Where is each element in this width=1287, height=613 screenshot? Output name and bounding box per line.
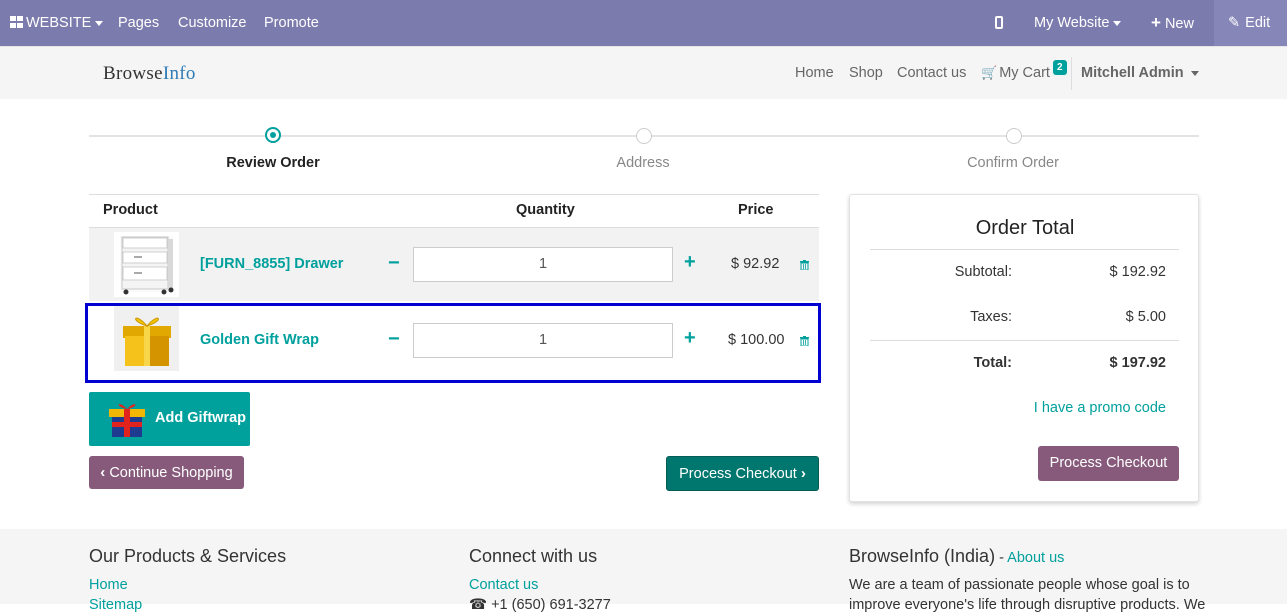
- order-total-title: Order Total: [975, 217, 1075, 239]
- promo-code-link[interactable]: I have a promo code: [1034, 400, 1166, 416]
- admin-bar: WEBSITE Pages Customize Promote My Websi…: [0, 0, 1287, 46]
- taxes-label: Taxes:: [970, 309, 1012, 325]
- trash-icon[interactable]: [800, 260, 809, 270]
- my-website-label: My Website: [1034, 15, 1110, 31]
- step-dot-confirm: [1006, 128, 1022, 144]
- table-top-border: [89, 194, 819, 195]
- nav-contact[interactable]: Contact us: [897, 47, 966, 99]
- total-label: Total:: [973, 355, 1012, 371]
- cart-label: My Cart: [999, 65, 1050, 81]
- step-review-order: Review Order: [226, 155, 320, 171]
- quantity-input[interactable]: 1: [413, 247, 673, 282]
- order-total-panel: Order Total Subtotal: $ 192.92 Taxes: $ …: [849, 194, 1199, 502]
- caret-down-icon: [95, 20, 104, 26]
- decrease-quantity-button[interactable]: −: [388, 252, 400, 275]
- product-price: $ 92.92: [731, 256, 780, 272]
- footer-phone: ☎ +1 (650) 691-3277: [469, 597, 611, 613]
- footer-sitemap-link[interactable]: Sitemap: [89, 597, 142, 613]
- increase-quantity-button[interactable]: +: [684, 251, 696, 274]
- divider: [870, 249, 1179, 250]
- user-name: Mitchell Admin: [1081, 65, 1184, 81]
- pencil-icon: ✎: [1228, 15, 1241, 31]
- subtotal-value: $ 192.92: [1109, 264, 1166, 280]
- step-address: Address: [616, 155, 670, 171]
- footer: Our Products & Services Home Sitemap Con…: [0, 529, 1287, 613]
- step-dot-address: [636, 128, 652, 144]
- new-button[interactable]: + New: [1151, 0, 1194, 46]
- phone-icon: ☎: [469, 597, 488, 613]
- logo-text-info: Info: [162, 63, 196, 84]
- total-value: $ 197.92: [1109, 355, 1166, 371]
- caret-down-icon: [1190, 70, 1199, 76]
- website-label: WEBSITE: [26, 15, 92, 31]
- promote-menu[interactable]: Promote: [264, 0, 319, 46]
- footer-about-text: We are a team of passionate people whose…: [849, 577, 1190, 593]
- footer-company-name: BrowseInfo (India): [849, 546, 996, 566]
- drawer-image[interactable]: [114, 232, 179, 297]
- nav-divider: [1071, 57, 1072, 90]
- cart-icon: 🛒: [981, 65, 998, 80]
- edit-label: Edit: [1245, 15, 1271, 31]
- cart-count-badge: 2: [1052, 60, 1067, 75]
- footer-home-link[interactable]: Home: [89, 577, 128, 593]
- footer-title-separator: -: [995, 550, 1008, 566]
- nav-home[interactable]: Home: [795, 47, 834, 99]
- footer-connect-title: Connect with us: [469, 546, 598, 566]
- user-menu[interactable]: Mitchell Admin: [1081, 47, 1199, 99]
- process-checkout-label: Process Checkout: [679, 466, 797, 482]
- gift-icon: [109, 404, 145, 437]
- continue-shopping-label: Continue Shopping: [109, 465, 233, 481]
- chevron-left-icon: ‹: [100, 464, 106, 481]
- header-product: Product: [103, 202, 158, 218]
- continue-shopping-button[interactable]: ‹ Continue Shopping: [89, 456, 244, 489]
- edit-button[interactable]: ✎ Edit: [1214, 0, 1287, 46]
- chevron-right-icon: ›: [800, 465, 806, 482]
- footer-company-title: BrowseInfo (India) - About us: [849, 546, 1064, 567]
- add-giftwrap-button[interactable]: Add Giftwrap: [89, 392, 250, 446]
- header-quantity: Quantity: [516, 202, 575, 218]
- website-menu[interactable]: WEBSITE: [10, 0, 104, 46]
- panel-process-checkout-button[interactable]: Process Checkout: [1038, 446, 1179, 481]
- pages-menu[interactable]: Pages: [118, 0, 159, 46]
- footer-products-title: Our Products & Services: [89, 546, 287, 566]
- customize-menu[interactable]: Customize: [178, 0, 247, 46]
- add-giftwrap-label: Add Giftwrap: [155, 410, 247, 426]
- grid-icon: [10, 16, 23, 28]
- caret-down-icon: [1113, 20, 1122, 26]
- divider: [870, 340, 1179, 341]
- footer-about-text-2: improve everyone's life through disrupti…: [849, 597, 1206, 613]
- header-price: Price: [738, 202, 774, 218]
- step-confirm-order: Confirm Order: [967, 155, 1059, 171]
- mobile-preview-button[interactable]: [995, 0, 1003, 46]
- step-dot-review: [265, 127, 281, 143]
- nav-my-cart[interactable]: 🛒 My Cart 2: [981, 47, 1067, 99]
- highlight-box: [85, 303, 821, 383]
- process-checkout-button[interactable]: Process Checkout ›: [666, 456, 819, 491]
- taxes-value: $ 5.00: [1125, 309, 1166, 325]
- plus-icon: +: [1151, 13, 1161, 32]
- table-row: [FURN_8855] Drawer − 1 + $ 92.92: [89, 228, 819, 301]
- site-logo[interactable]: BrowseInfo: [103, 63, 196, 85]
- footer-phone-number: +1 (650) 691-3277: [491, 597, 611, 613]
- my-website-menu[interactable]: My Website: [1034, 0, 1122, 46]
- nav-shop[interactable]: Shop: [849, 47, 883, 99]
- mobile-icon: [995, 16, 1003, 29]
- footer-contact-link[interactable]: Contact us: [469, 577, 538, 593]
- footer-about-link[interactable]: About us: [1007, 550, 1064, 566]
- subtotal-label: Subtotal:: [954, 264, 1012, 280]
- product-name-link[interactable]: [FURN_8855] Drawer: [200, 256, 343, 272]
- new-label: New: [1164, 16, 1194, 32]
- site-header: BrowseInfo Home Shop Contact us 🛒 My Cart…: [0, 46, 1287, 99]
- logo-text-browse: Browse: [103, 63, 163, 84]
